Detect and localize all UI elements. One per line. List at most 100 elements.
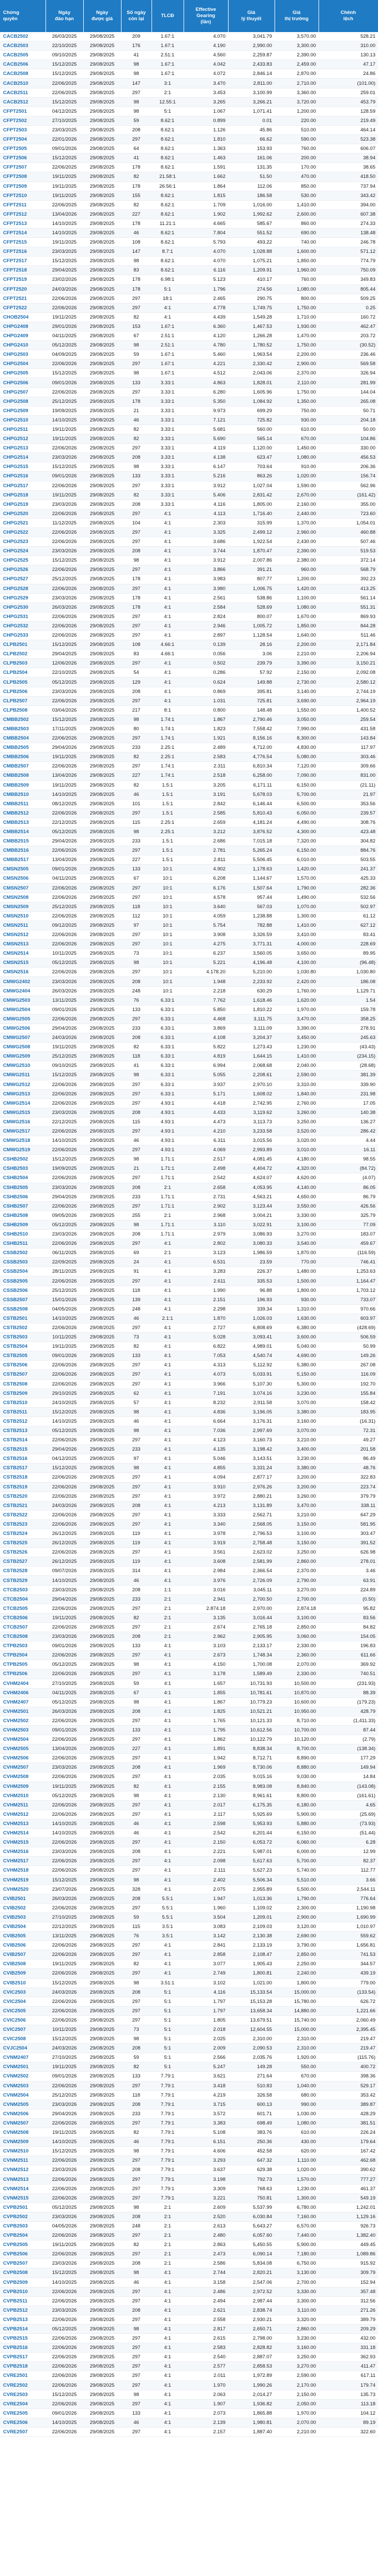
effective-gearing-cell: 2.009 [184,2043,228,2054]
effective-gearing-cell: 7.121 [184,415,228,425]
days-remaining-cell: 208 [121,1033,152,1043]
theoretical-price-cell: 5,617.63 [228,1856,275,1866]
market-price-cell: 3,150.00 [275,1519,319,1530]
conversion-ratio-cell: 3.5:1 [152,1931,184,1941]
theoretical-price-cell: 12,604.55 [228,2025,275,2035]
conversion-ratio-cell: 8:1 [152,705,184,715]
valuation-date-cell: 29/08/2025 [83,1286,121,1295]
maturity-date-cell: 09/10/2025 [46,50,83,61]
warrant-code-cell: CVIC2504 [0,1997,46,2007]
maturity-date-cell: 22/06/2026 [46,294,83,304]
warrant-code-cell: CSHB2510 [0,1229,46,1240]
conversion-ratio-cell: 4:1 [152,1286,184,1295]
days-remaining-cell: 98 [121,97,152,107]
effective-gearing-cell: 1.970 [184,2381,228,2390]
effective-gearing-cell: 3.470 [184,78,228,88]
table-row: CMWG2518 14/10/2025 29/08/2025 46 4.93:1 6.31… [0,1136,378,1146]
days-remaining-cell: 297 [121,1950,152,1960]
theoretical-price-cell: 2,828.82 [228,2343,275,2353]
maturity-date-cell: 15/12/2025 [46,59,83,70]
days-remaining-cell: 98 [121,1463,152,1473]
effective-gearing-cell: 4.418 [184,1098,228,1108]
difference-cell: 355.00 [319,500,378,509]
market-price-cell: 3,360.00 [275,88,319,98]
conversion-ratio-cell: 6.33:1 [152,1070,184,1080]
days-remaining-cell: 208 [121,1108,152,1118]
maturity-date-cell: 15/12/2025 [46,1070,83,1080]
effective-gearing-cell: 2.585 [184,808,228,818]
difference-cell: 1,129.16 [319,2212,378,2222]
days-remaining-cell: 227 [121,209,152,219]
table-row: CVPB2509 14/10/2025 29/08/2025 46 4:1 3.158 2,… [0,2278,378,2287]
warrant-code-cell: CVRE2506 [0,2418,46,2428]
header-valuation-date: Ngày được giá [83,0,122,32]
days-remaining-cell: 153 [121,322,152,332]
theoretical-price-cell: 957.44 [228,893,275,902]
theoretical-price-cell: 1,084.92 [228,397,275,406]
conversion-ratio-cell: 6.33:1 [152,1051,184,1062]
valuation-date-cell: 29/08/2025 [83,1510,121,1520]
conversion-ratio-cell: 4:1 [152,2371,184,2381]
theoretical-price-cell: 1,075.21 [228,256,275,266]
difference-cell: 381.39 [319,1070,378,1080]
effective-gearing-cell: 5.123 [184,275,228,285]
market-price-cell: 2,160.00 [275,500,319,509]
difference-cell: 50.99 [319,1342,378,1352]
maturity-date-cell: 22/06/2026 [46,2361,83,2372]
days-remaining-cell: 297 [121,1482,152,1492]
maturity-date-cell: 26/03/2026 [46,1894,83,1904]
days-remaining-cell: 297 [121,1145,152,1155]
days-remaining-cell: 129 [121,677,152,687]
market-price-cell: 1,620.00 [275,996,319,1005]
difference-cell: 418.50 [319,172,378,182]
market-price-cell: 1,750.00 [275,303,319,313]
header-row: Chứng quyền Ngày đáo hạn Ngày được giá S… [0,0,378,32]
market-price-cell: 760.00 [275,275,319,285]
warrant-code-cell: CSTB2521 [0,1501,46,1511]
conversion-ratio-cell: 3.33:1 [152,471,184,481]
table-row: CVHM2406 04/11/2025 29/08/2025 67 4:1 1.855 10… [0,1688,378,1698]
theoretical-price-cell: 10,781.61 [228,1688,275,1698]
conversion-ratio-cell: 3.33:1 [152,378,184,388]
difference-cell: 2,092.08 [319,668,378,678]
table-row: CVNM2505 23/03/2026 29/08/2025 208 7.79:1 3.7… [0,2100,378,2110]
days-remaining-cell: 297 [121,1903,152,1913]
table-row: CMBB2510 14/10/2025 29/08/2025 46 1.5:1 3.191… [0,790,378,800]
valuation-date-cell: 29/08/2025 [83,883,121,893]
valuation-date-cell: 29/08/2025 [83,1389,121,1398]
difference-cell: 461.37 [319,2184,378,2194]
days-remaining-cell: 297 [121,2249,152,2259]
difference-cell: 177.29 [319,1753,378,1764]
table-row: CTCB2506 19/11/2025 29/08/2025 82 2:1 3.135 3,… [0,1613,378,1623]
conversion-ratio-cell: 1:1 [152,1585,184,1595]
warrant-code-cell: CMSN2510 [0,911,46,921]
valuation-date-cell: 29/08/2025 [83,2193,121,2203]
theoretical-price-cell: 3,093.41 [228,1332,275,1343]
difference-cell: 338.11 [319,1501,378,1511]
difference-cell: 774.79 [319,256,378,266]
market-price-cell: 5,880.00 [275,1819,319,1829]
conversion-ratio-cell: 4:1 [152,1959,184,1969]
valuation-date-cell: 29/08/2025 [83,2034,121,2044]
conversion-ratio-cell: 2:1 [152,88,184,98]
days-remaining-cell: 297 [121,1837,152,1848]
effective-gearing-cell: 2.517 [184,1154,228,1165]
maturity-date-cell: 22/06/2026 [46,1837,83,1848]
conversion-ratio-cell: 1.71:1 [152,1220,184,1230]
days-remaining-cell: 82 [121,490,152,500]
theoretical-price-cell: 623.47 [228,453,275,463]
maturity-date-cell: 22/06/2026 [46,808,83,818]
market-price-cell: 930.00 [275,1295,319,1305]
days-remaining-cell: 297 [121,509,152,519]
warrant-code-cell: CVPB2512 [0,2306,46,2315]
table-row: CHPG2533 22/06/2026 29/08/2025 297 4:1 2.897 1… [0,630,378,641]
difference-cell: (0.50) [319,1594,378,1604]
table-row: CVJC2504 24/03/2026 29/08/2025 208 5:1 2.009 2… [0,2043,378,2054]
market-price-cell: 1,410.00 [275,1051,319,1062]
warrant-code-cell: CVPB2506 [0,2249,46,2259]
table-row: CSHB2505 23/03/2026 29/08/2025 208 2:1 2.658 4… [0,1183,378,1193]
effective-gearing-cell: 3.110 [184,1220,228,1230]
valuation-date-cell: 29/08/2025 [83,1735,121,1745]
difference-cell: 915.92 [319,2258,378,2269]
difference-cell: 209.29 [319,2324,378,2334]
